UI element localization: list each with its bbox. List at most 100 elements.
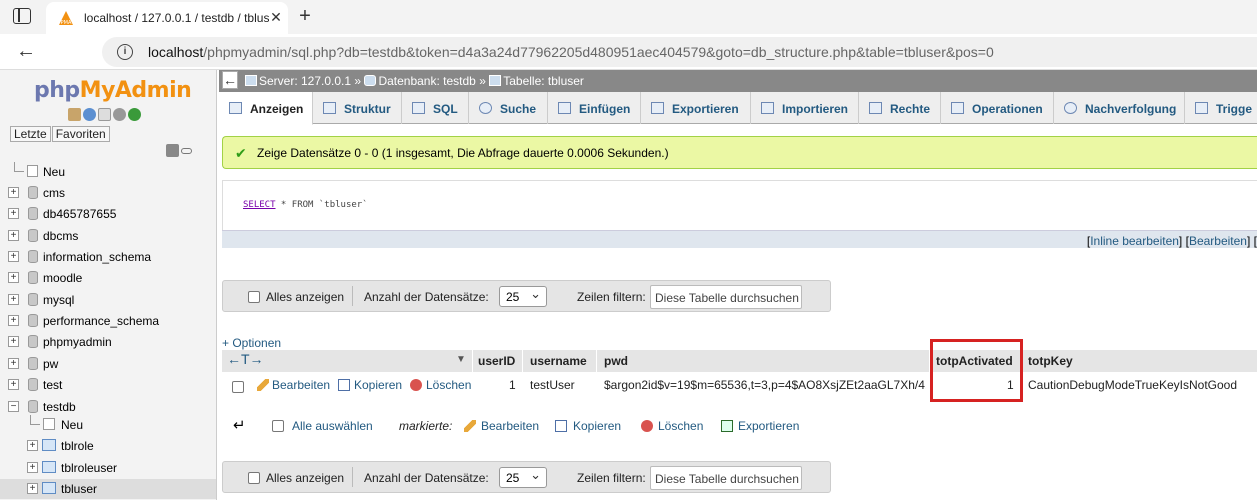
back-arrow-icon[interactable]: ← bbox=[16, 40, 36, 63]
tree-item-performance-schema[interactable]: + performance_schema bbox=[0, 311, 210, 331]
home-icon[interactable] bbox=[68, 108, 81, 121]
url-text[interactable]: localhost/phpmyadmin/sql.php?db=testdb&t… bbox=[148, 44, 994, 60]
tab-close-icon[interactable]: ✕ bbox=[266, 7, 286, 27]
column-arrows[interactable]: ←T→ bbox=[227, 351, 264, 367]
inline-edit-link[interactable]: Inline bearbeiten bbox=[1090, 234, 1179, 248]
nav-tab-favorites[interactable]: Favoriten bbox=[51, 126, 110, 142]
tree-item-information-schema[interactable]: + information_schema bbox=[0, 247, 210, 267]
collapse-all-icon[interactable] bbox=[166, 144, 179, 157]
tab-export[interactable]: Exportieren bbox=[641, 92, 751, 124]
options-link[interactable]: + Optionen bbox=[222, 336, 281, 350]
cell-username[interactable]: testUser bbox=[530, 378, 575, 392]
tree-item-new[interactable]: Neu bbox=[10, 162, 200, 182]
settings-icon[interactable] bbox=[113, 108, 126, 121]
reload-icon[interactable] bbox=[128, 108, 141, 121]
tree-item-testdb[interactable]: − testdb bbox=[0, 397, 210, 417]
tab-triggers[interactable]: Trigge bbox=[1185, 92, 1257, 124]
tab-structure[interactable]: Struktur bbox=[313, 92, 402, 124]
column-header-totpkey[interactable]: totpKey bbox=[1028, 354, 1073, 368]
sort-dropdown-icon[interactable]: ▼ bbox=[456, 354, 466, 365]
cell-pwd[interactable]: $argon2id$v=19$m=65536,t=3,p=4$AO8XsjZEt… bbox=[604, 378, 926, 392]
tree-item-test[interactable]: + test bbox=[0, 375, 210, 395]
select-all-label[interactable]: Alle auswählen bbox=[292, 419, 373, 433]
row-copy-link[interactable]: Kopieren bbox=[354, 378, 402, 392]
collapse-nav-arrow-icon[interactable]: ← bbox=[222, 71, 238, 89]
batch-delete-link[interactable]: Löschen bbox=[658, 419, 703, 433]
tree-item-dbcms[interactable]: + dbcms bbox=[0, 226, 210, 246]
table-tabs: Anzeigen Struktur SQL Suche Einfügen Exp… bbox=[219, 92, 1257, 125]
tree-item-db465787655[interactable]: + db465787655 bbox=[0, 204, 210, 224]
column-header-username[interactable]: username bbox=[530, 354, 587, 368]
nav-tab-recent[interactable]: Letzte bbox=[10, 126, 51, 142]
filter-input[interactable]: Diese Tabelle durchsuchen bbox=[650, 466, 802, 490]
svg-text:PMA: PMA bbox=[61, 20, 72, 26]
expand-icon[interactable]: + bbox=[8, 251, 19, 262]
sidebar-toggle-icon[interactable] bbox=[13, 8, 31, 24]
expand-icon[interactable]: + bbox=[8, 230, 19, 241]
breadcrumb-table[interactable]: Tabelle: tbluser bbox=[503, 74, 584, 88]
new-tab-button[interactable]: + bbox=[294, 6, 316, 28]
row-delete-link[interactable]: Löschen bbox=[426, 378, 471, 392]
filter-input[interactable]: Diese Tabelle durchsuchen bbox=[650, 285, 802, 309]
table-icon bbox=[489, 75, 502, 86]
show-all-checkbox[interactable] bbox=[248, 291, 260, 303]
row-count-select[interactable]: 25 bbox=[499, 286, 547, 307]
database-icon bbox=[28, 314, 38, 327]
show-all-checkbox[interactable] bbox=[248, 472, 260, 484]
expand-icon[interactable]: + bbox=[8, 272, 19, 283]
expand-icon[interactable]: + bbox=[8, 315, 19, 326]
tree-item-label: Neu bbox=[43, 165, 66, 179]
expand-icon[interactable]: + bbox=[27, 462, 38, 473]
cell-userid[interactable]: 1 bbox=[509, 378, 516, 392]
batch-copy-link[interactable]: Kopieren bbox=[573, 419, 621, 433]
site-info-icon[interactable]: i bbox=[117, 44, 133, 60]
pencil-icon bbox=[464, 420, 476, 432]
tab-privileges[interactable]: Rechte bbox=[859, 92, 941, 124]
docs-icon[interactable] bbox=[98, 108, 111, 121]
expand-icon[interactable]: + bbox=[8, 336, 19, 347]
expand-icon[interactable]: + bbox=[8, 208, 19, 219]
subtree-item-tbluser[interactable]: + tbluser bbox=[0, 479, 216, 499]
collapse-icon[interactable]: − bbox=[8, 401, 19, 412]
tree-item-mysql[interactable]: + mysql bbox=[0, 290, 210, 310]
sql-keyword-select[interactable]: SELECT bbox=[243, 200, 276, 210]
tree-item-moodle[interactable]: + moodle bbox=[0, 268, 210, 288]
tab-sql[interactable]: SQL bbox=[402, 92, 469, 124]
tab-browse[interactable]: Anzeigen bbox=[219, 92, 313, 125]
row-checkbox[interactable] bbox=[232, 381, 244, 393]
tree-item-phpmyadmin[interactable]: + phpmyadmin bbox=[0, 332, 210, 352]
expand-icon[interactable]: + bbox=[8, 358, 19, 369]
expand-icon[interactable]: + bbox=[27, 483, 38, 494]
browser-tab[interactable]: PMA localhost / 127.0.0.1 / testdb / tbl… bbox=[46, 2, 288, 34]
subtree-item-tblrole[interactable]: + tblrole bbox=[0, 436, 210, 456]
expand-icon[interactable]: + bbox=[8, 187, 19, 198]
tab-operations[interactable]: Operationen bbox=[941, 92, 1054, 124]
expand-icon[interactable]: + bbox=[8, 294, 19, 305]
tab-import[interactable]: Importieren bbox=[751, 92, 859, 124]
row-edit-link[interactable]: Bearbeiten bbox=[272, 378, 330, 392]
tree-item-cms[interactable]: + cms bbox=[0, 183, 210, 203]
select-all-checkbox[interactable] bbox=[272, 420, 284, 432]
row-count-select[interactable]: 25 bbox=[499, 467, 547, 488]
column-header-userid[interactable]: userID bbox=[478, 354, 515, 368]
database-icon bbox=[28, 186, 38, 199]
tab-search[interactable]: Suche bbox=[469, 92, 548, 124]
expand-icon[interactable]: + bbox=[27, 440, 38, 451]
batch-edit-link[interactable]: Bearbeiten bbox=[481, 419, 539, 433]
breadcrumb-server[interactable]: Server: 127.0.0.1 bbox=[259, 74, 351, 88]
url-field[interactable]: i localhost/phpmyadmin/sql.php?db=testdb… bbox=[102, 37, 1257, 67]
subtree-item-new[interactable]: Neu bbox=[0, 415, 210, 435]
link-with-main-icon[interactable] bbox=[181, 148, 192, 154]
help-icon[interactable] bbox=[83, 108, 96, 121]
breadcrumb-database[interactable]: Datenbank: testdb bbox=[378, 74, 475, 88]
edit-query-link[interactable]: Bearbeiten bbox=[1189, 234, 1247, 248]
cell-totpkey[interactable]: CautionDebugModeTrueKeyIsNotGood bbox=[1028, 378, 1237, 392]
batch-export-link[interactable]: Exportieren bbox=[738, 419, 799, 433]
tab-insert[interactable]: Einfügen bbox=[548, 92, 641, 124]
tab-tracking[interactable]: Nachverfolgung bbox=[1054, 92, 1185, 124]
column-header-pwd[interactable]: pwd bbox=[604, 354, 628, 368]
expand-icon[interactable]: + bbox=[8, 379, 19, 390]
subtree-item-tblroleuser[interactable]: + tblroleuser bbox=[0, 458, 210, 478]
phpmyadmin-logo[interactable]: phpMyAdmin bbox=[34, 78, 192, 103]
tree-item-pw[interactable]: + pw bbox=[0, 354, 210, 374]
